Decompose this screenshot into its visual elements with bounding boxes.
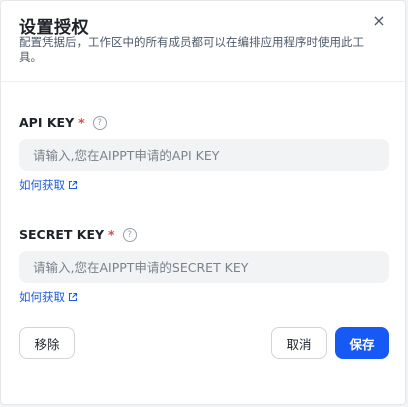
secret-key-label-row: SECRET KEY * ? — [19, 227, 137, 242]
api-key-how-to-get-link[interactable]: 如何获取 — [19, 177, 78, 193]
help-circle-icon[interactable]: ? — [92, 115, 107, 130]
api-key-label-row: API KEY * ? — [19, 115, 107, 130]
cancel-button[interactable]: 取消 — [271, 327, 327, 359]
secret-key-label: SECRET KEY — [19, 227, 105, 242]
auth-settings-dialog: 设置授权 × 配置凭据后，工作区中的所有成员都可以在编排应用程序时使用此工具。 … — [0, 0, 406, 405]
header-divider — [1, 81, 405, 82]
remove-button[interactable]: 移除 — [19, 327, 75, 359]
secret-key-how-to-get-link[interactable]: 如何获取 — [19, 289, 78, 305]
link-text: 如何获取 — [19, 178, 65, 192]
api-key-input[interactable] — [19, 139, 389, 171]
external-link-icon — [68, 180, 78, 190]
required-mark: * — [78, 115, 85, 130]
required-mark: * — [108, 227, 115, 242]
dialog-description: 配置凭据后，工作区中的所有成员都可以在编排应用程序时使用此工具。 — [19, 35, 364, 64]
link-text: 如何获取 — [19, 290, 65, 304]
close-icon[interactable]: × — [371, 13, 387, 29]
api-key-label: API KEY — [19, 115, 75, 130]
external-link-icon — [68, 292, 78, 302]
save-button[interactable]: 保存 — [335, 327, 389, 359]
secret-key-input[interactable] — [19, 251, 389, 283]
help-circle-icon[interactable]: ? — [122, 227, 137, 242]
